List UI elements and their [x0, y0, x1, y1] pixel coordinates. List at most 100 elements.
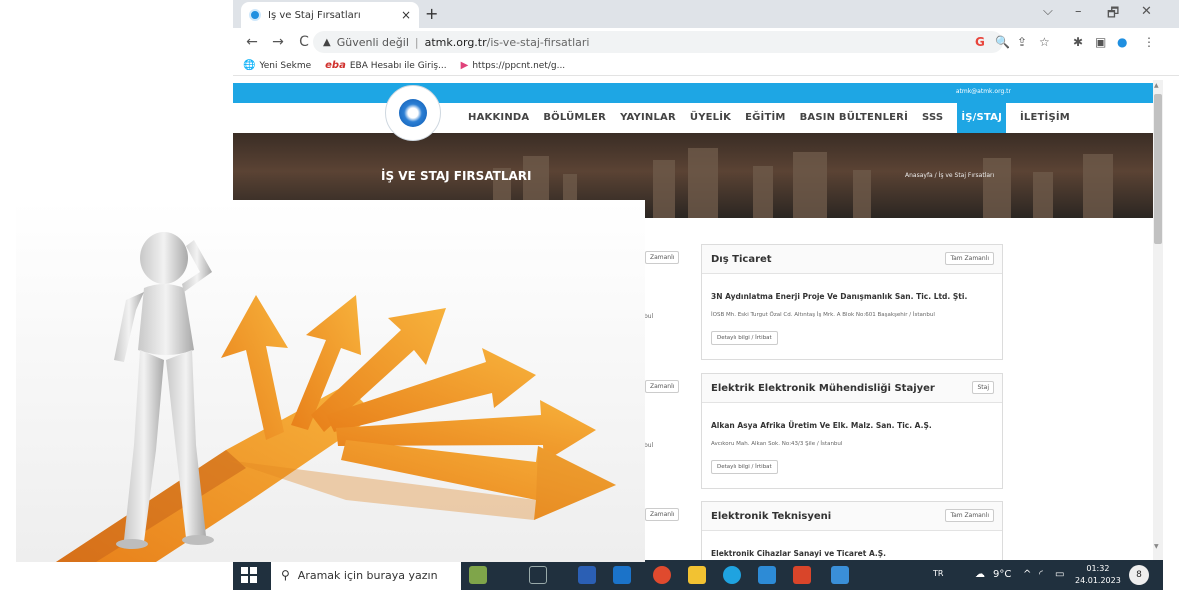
thinking-man-arrows-image — [16, 200, 645, 562]
job-card-header: Elektronik Teknisyeni Tam Zamanlı — [702, 502, 1002, 531]
menu-icon[interactable]: ⋮ — [1143, 35, 1155, 49]
breadcrumb[interactable]: Anasayfa / İş ve Staj Fırsatları — [905, 172, 994, 179]
input-language[interactable]: TR — [933, 569, 943, 578]
zoom-icon[interactable]: 🔍 — [995, 35, 1010, 49]
contact-email[interactable]: atmk@atmk.org.tr — [956, 88, 1011, 95]
back-button[interactable]: ← — [245, 34, 259, 50]
tab-search-icon[interactable]: ⌵ — [1043, 4, 1053, 19]
scroll-up-icon[interactable]: ▲ — [1154, 82, 1159, 89]
outlook-app-icon[interactable] — [613, 566, 631, 584]
company-name: Alkan Asya Afrika Üretim Ve Elk. Malz. S… — [711, 421, 932, 430]
job-type-badge: Zamanlı — [645, 251, 680, 264]
nav-item-5[interactable]: BASIN BÜLTENLERİ — [800, 112, 908, 133]
task-view-icon[interactable] — [529, 566, 547, 584]
details-button[interactable]: Detaylı bilgi / İrtibat — [711, 331, 778, 345]
clock-date: 24.01.2023 — [1075, 576, 1121, 585]
company-name: 3N Aydınlatma Enerji Proje Ve Danışmanlı… — [711, 292, 968, 301]
job-card: Dış Ticaret Tam Zamanlı 3N Aydınlatma En… — [701, 244, 1003, 360]
site-navbar: HAKKINDA BÖLÜMLER YAYINLAR ÜYELİK EĞİTİM BASI… — [233, 103, 1153, 133]
extensions-icon[interactable]: ✱ — [1073, 35, 1083, 49]
windows-taskbar: ⚲ Aramak için buraya yazın TR ☁ 9°C ^ ◜ … — [233, 560, 1163, 590]
google-lens-icon[interactable]: G — [975, 35, 985, 49]
forward-button[interactable]: → — [271, 34, 285, 50]
job-type-badge: Staj — [972, 381, 994, 394]
bookmark-label: Yeni Sekme — [259, 60, 312, 71]
browser-tab[interactable]: İş ve Staj Fırsatları × — [241, 2, 419, 28]
side-panel-icon[interactable]: ▣ — [1095, 35, 1106, 49]
scroll-down-icon[interactable]: ▼ — [1154, 543, 1159, 550]
job-type-badge: Tam Zamanlı — [945, 509, 994, 522]
logo-emblem-icon — [399, 99, 427, 127]
system-clock[interactable]: 01:32 24.01.2023 — [1075, 563, 1121, 587]
taskbar-search-placeholder: Aramak için buraya yazın — [297, 568, 438, 582]
address-bar[interactable]: ▲ Güvenli değil | atmk.org.tr /is-ve-sta… — [313, 31, 1003, 53]
bookmark-label: EBA Hesabı ile Giriş... — [349, 60, 447, 71]
battery-icon[interactable]: ▭ — [1055, 569, 1064, 580]
globe-icon: 🌐 — [243, 60, 256, 71]
bookmark-ppcnt[interactable]: ▶ https://ppcnt.net/g... — [461, 60, 566, 71]
weather-temperature[interactable]: 9°C — [993, 569, 1011, 580]
job-card-header: Elektrik Elektronik Mühendisliği Stajyer… — [702, 374, 1002, 403]
edge-app-icon[interactable] — [723, 566, 741, 584]
address-fragment: bul — [644, 442, 654, 449]
main-menu: HAKKINDA BÖLÜMLER YAYINLAR ÜYELİK EĞİTİM BASI… — [468, 103, 1084, 133]
chrome-app-icon[interactable] — [653, 566, 671, 584]
nav-item-3[interactable]: ÜYELİK — [690, 112, 731, 133]
job-type-badge: Tam Zamanlı — [945, 252, 994, 265]
tab-strip: İş ve Staj Fırsatları × + ⌵ – 🗗 ✕ — [233, 0, 1179, 28]
close-window-button[interactable]: ✕ — [1141, 4, 1152, 19]
photos-app-icon[interactable] — [831, 566, 849, 584]
screenshot: { "browser": { "tab": { "title": "İş ve … — [0, 0, 1179, 590]
site-favicon-icon — [249, 9, 261, 21]
url-host: atmk.org.tr — [424, 35, 487, 49]
start-button[interactable] — [241, 567, 257, 583]
bookmarks-bar: 🌐 Yeni Sekme eba EBA Hesabı ile Giriş...… — [233, 56, 1179, 76]
nav-item-8[interactable]: İLETİŞİM — [1020, 112, 1070, 133]
tab-close-icon[interactable]: × — [401, 8, 411, 22]
company-address: İOSB Mh. Eski Turgut Özal Cd. Altıntaş İ… — [711, 312, 935, 318]
job-card-header: Dış Ticaret Tam Zamanlı — [702, 245, 1002, 274]
search-highlight-icon[interactable] — [469, 566, 487, 584]
job-title[interactable]: Elektrik Elektronik Mühendisliği Stajyer — [711, 383, 935, 394]
file-explorer-icon[interactable] — [688, 566, 706, 584]
calculator-app-icon[interactable] — [758, 566, 776, 584]
powerpoint-app-icon[interactable] — [793, 566, 811, 584]
notification-badge[interactable]: 8 — [1129, 565, 1149, 585]
taskbar-search[interactable]: ⚲ Aramak için buraya yazın — [271, 560, 461, 590]
nav-item-0[interactable]: HAKKINDA — [468, 112, 529, 133]
bookmark-eba[interactable]: eba EBA Hesabı ile Giriş... — [325, 60, 447, 71]
page-title: İŞ VE STAJ FIRSATLARI — [381, 169, 532, 183]
bookmark-yeni-sekme[interactable]: 🌐 Yeni Sekme — [243, 60, 311, 71]
security-status[interactable]: Güvenli değil — [337, 36, 409, 49]
profile-icon[interactable]: ● — [1117, 35, 1127, 49]
job-title[interactable]: Elektronik Teknisyeni — [711, 511, 831, 522]
job-title[interactable]: Dış Ticaret — [711, 254, 772, 265]
details-button[interactable]: Detaylı bilgi / İrtibat — [711, 460, 778, 474]
new-tab-button[interactable]: + — [425, 4, 438, 23]
eba-icon: eba — [325, 60, 346, 71]
minimize-button[interactable]: – — [1075, 4, 1082, 19]
reload-button[interactable]: C — [297, 34, 311, 50]
nav-item-2[interactable]: YAYINLAR — [620, 112, 676, 133]
site-logo[interactable] — [385, 85, 441, 141]
share-icon[interactable]: ⇪ — [1017, 35, 1027, 49]
nav-item-6[interactable]: SSS — [922, 112, 943, 133]
url-path: /is-ve-staj-firsatlari — [486, 35, 590, 49]
nav-item-7[interactable]: İŞ/STAJ — [957, 103, 1007, 133]
nav-item-1[interactable]: BÖLÜMLER — [543, 112, 606, 133]
scrollbar-thumb[interactable] — [1154, 94, 1162, 244]
maximize-button[interactable]: 🗗 — [1107, 4, 1119, 26]
clock-time: 01:32 — [1086, 564, 1110, 573]
word-app-icon[interactable] — [578, 566, 596, 584]
tab-title: İş ve Staj Fırsatları — [268, 9, 361, 21]
bookmark-label: https://ppcnt.net/g... — [472, 60, 566, 71]
weather-icon[interactable]: ☁ — [975, 569, 985, 580]
job-card: Elektronik Teknisyeni Tam Zamanlı Elektr… — [701, 501, 1003, 560]
network-icon[interactable]: ◜ — [1039, 569, 1043, 580]
bookmark-star-icon[interactable]: ☆ — [1039, 35, 1050, 49]
warning-triangle-icon[interactable]: ▲ — [323, 37, 331, 48]
url-separator: | — [414, 35, 419, 49]
nav-item-4[interactable]: EĞİTİM — [745, 112, 785, 133]
tray-chevron-icon[interactable]: ^ — [1023, 569, 1031, 580]
company-name: Elektronik Cihazlar Sanayi ve Ticaret A.… — [711, 549, 887, 558]
